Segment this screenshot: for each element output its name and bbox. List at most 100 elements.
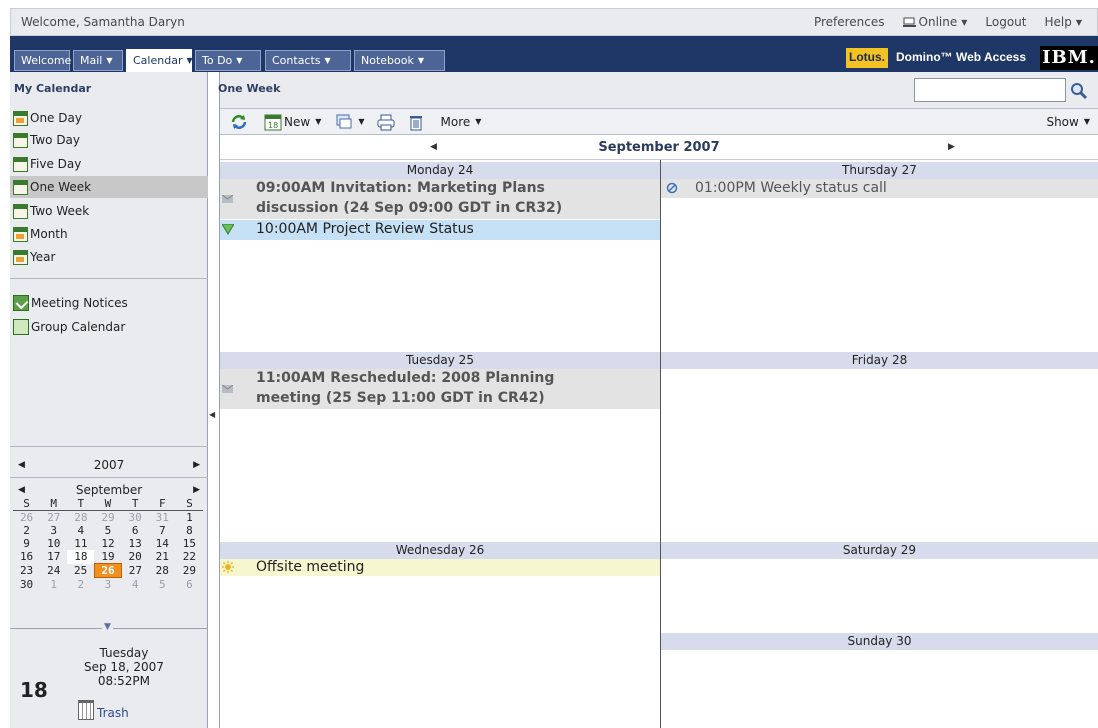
tab-welcome[interactable]: Welcome▼ (14, 50, 81, 71)
mini-calendar-day[interactable]: 1 (176, 511, 203, 524)
group-calendar-icon (13, 319, 29, 335)
mini-calendar-day[interactable]: 6 (176, 578, 203, 592)
mini-calendar-day[interactable]: 23 (13, 564, 40, 578)
collapse-arrow-icon[interactable]: ▼ (102, 622, 113, 632)
calendar-entry[interactable]: 11:00AM Rescheduled: 2008 Planning meeti… (220, 369, 660, 409)
mini-calendar-week: 30 1 2 3 4 5 6 (13, 578, 203, 592)
day-header-tuesday[interactable]: Tuesday 25 (220, 352, 660, 369)
sidebar-item-one-week[interactable]: One Week (10, 176, 208, 198)
mini-calendar-day[interactable]: 15 (176, 537, 203, 550)
sidebar-item-group-calendar[interactable]: Group Calendar (10, 316, 208, 338)
mini-calendar-day[interactable]: 7 (149, 524, 176, 537)
mini-calendar-day[interactable]: 30 (122, 511, 149, 524)
tab-contacts[interactable]: Contacts ▼ (265, 50, 351, 71)
mini-calendar-day[interactable]: 2 (67, 578, 94, 592)
mini-calendar-day[interactable]: 19 (94, 550, 121, 564)
day-header-sunday[interactable]: Sunday 30 (661, 633, 1098, 650)
tab-mail[interactable]: Mail ▼ (73, 50, 123, 71)
mini-calendar-day[interactable]: 30 (13, 578, 40, 592)
chevron-down-icon: ▼ (1083, 117, 1090, 126)
mini-calendar-day[interactable]: 14 (149, 537, 176, 550)
mini-calendar-day[interactable]: 28 (149, 564, 176, 578)
mini-calendar-day[interactable]: 17 (40, 550, 67, 564)
show-menu[interactable]: Show ▼ (1046, 115, 1090, 129)
mini-calendar-day[interactable]: 13 (122, 537, 149, 550)
entry-title: 10:00AM Project Review Status (256, 221, 474, 237)
sidebar-item-five-day[interactable]: Five Day (10, 153, 208, 175)
mini-calendar-day[interactable]: 22 (176, 550, 203, 564)
tab-notebook[interactable]: Notebook ▼ (354, 50, 445, 71)
day-header-friday[interactable]: Friday 28 (661, 352, 1098, 369)
collapse-left-arrow-icon[interactable]: ◀ (209, 410, 215, 419)
sidebar-item-two-day[interactable]: Two Day (10, 129, 208, 151)
mini-calendar-day[interactable]: 26 (13, 511, 40, 524)
mini-calendar-day[interactable]: 21 (149, 550, 176, 564)
day-header-monday[interactable]: Monday 24 (220, 162, 660, 179)
mini-calendar-day[interactable]: 5 (94, 524, 121, 537)
help-menu[interactable]: Help ▼ (1035, 15, 1091, 29)
prev-month-arrow-icon[interactable]: ◀ (18, 485, 25, 495)
search-input[interactable] (914, 78, 1066, 102)
mini-calendar-day[interactable]: 18 (67, 550, 95, 564)
mini-calendar-day[interactable]: 28 (67, 511, 94, 524)
next-year-arrow-icon[interactable]: ▶ (193, 460, 200, 470)
preferences-link[interactable]: Preferences (805, 15, 894, 29)
mini-calendar-day[interactable]: 5 (149, 578, 176, 592)
calendar-entry[interactable]: 10:00AM Project Review Status (220, 220, 660, 240)
mini-calendar-day[interactable]: 6 (122, 524, 149, 537)
next-week-arrow-icon[interactable]: ▶ (948, 142, 955, 152)
tab-label: Mail (80, 54, 103, 67)
sidebar-item-month[interactable]: Month (10, 223, 208, 245)
tab-todo[interactable]: To Do ▼ (195, 50, 261, 71)
ibm-logo: IBM. (1040, 46, 1098, 70)
mini-calendar-day[interactable]: 4 (67, 524, 94, 537)
trash-link[interactable]: Trash (78, 700, 129, 720)
mini-calendar-day[interactable]: 10 (40, 537, 67, 550)
day-header-wednesday[interactable]: Wednesday 26 (220, 542, 660, 559)
mini-calendar-day[interactable]: 27 (40, 511, 67, 524)
mini-calendar-day[interactable]: 29 (176, 564, 203, 578)
mini-calendar-day[interactable]: 27 (122, 564, 149, 578)
mini-calendar-day[interactable]: 12 (94, 537, 121, 550)
next-month-arrow-icon[interactable]: ▶ (193, 485, 200, 495)
mini-calendar-day[interactable]: 1 (40, 578, 67, 592)
mini-calendar-day[interactable]: 4 (122, 578, 149, 592)
mini-calendar-day[interactable]: 20 (122, 550, 149, 564)
sidebar-item-two-week[interactable]: Two Week (10, 200, 208, 222)
calendar-entry[interactable]: 09:00AM Invitation: Marketing Plans disc… (220, 179, 660, 219)
refresh-button[interactable] (230, 113, 248, 131)
calendar-entry[interactable]: 01:00PM Weekly status call (661, 179, 1098, 198)
mini-calendar-day[interactable]: 2 (13, 524, 40, 537)
prev-week-arrow-icon[interactable]: ◀ (430, 142, 437, 152)
mini-calendar-day[interactable]: 25 (67, 564, 94, 578)
mini-calendar-day[interactable]: 24 (40, 564, 67, 578)
mini-calendar-day[interactable]: 8 (176, 524, 203, 537)
mini-calendar-day[interactable]: 11 (67, 537, 94, 550)
logout-link[interactable]: Logout (976, 15, 1035, 29)
tab-calendar[interactable]: Calendar ▼ (126, 49, 193, 72)
sidebar-item-year[interactable]: Year (10, 246, 208, 268)
mini-calendar-day[interactable]: 16 (13, 550, 40, 564)
entry-title: 09:00AM Invitation: Marketing Plans (256, 180, 545, 196)
mini-calendar-day[interactable]: 9 (13, 537, 40, 550)
prev-year-arrow-icon[interactable]: ◀ (18, 460, 25, 470)
mini-calendar-day[interactable]: 26 (93, 563, 123, 578)
day-header-saturday[interactable]: Saturday 29 (661, 542, 1098, 559)
mini-calendar-day[interactable]: 3 (40, 524, 67, 537)
day-header-thursday[interactable]: Thursday 27 (661, 162, 1098, 179)
more-menu[interactable]: More ▼ (441, 115, 482, 129)
calendar-entry[interactable]: Offsite meeting (220, 559, 660, 576)
mini-calendar-day[interactable]: 3 (94, 578, 121, 591)
mini-calendar-day[interactable]: 31 (149, 511, 176, 524)
new-button[interactable]: 18 New ▼ (264, 113, 321, 131)
mini-calendar-day[interactable]: 29 (94, 511, 121, 524)
chevron-down-icon: ▼ (106, 56, 113, 65)
search-icon[interactable] (1070, 82, 1088, 100)
delete-button[interactable] (407, 113, 425, 131)
online-status-menu[interactable]: Online ▼ (894, 15, 977, 29)
print-button[interactable] (377, 113, 395, 131)
copy-into-new-button[interactable]: ▼ (335, 113, 365, 131)
sidebar-item-meeting-notices[interactable]: Meeting Notices (10, 292, 208, 314)
sidebar-splitter[interactable]: ◀ (208, 72, 220, 728)
sidebar-item-one-day[interactable]: One Day (10, 107, 208, 129)
